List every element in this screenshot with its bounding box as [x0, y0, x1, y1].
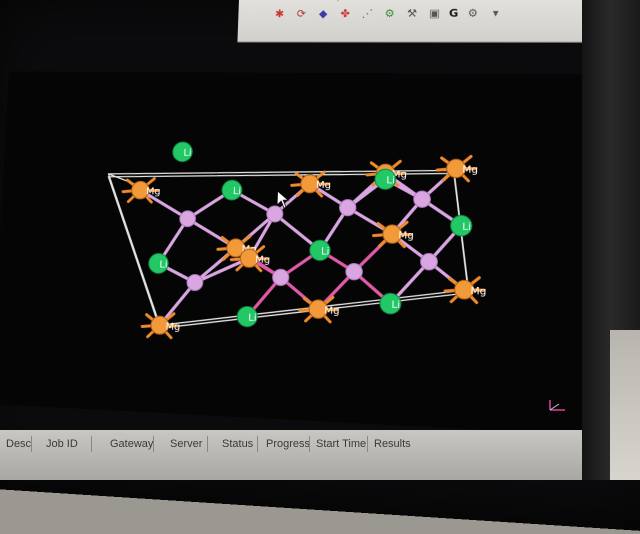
mg-atom-label: Mg	[146, 186, 161, 197]
col-job-id[interactable]: Job ID	[32, 436, 92, 452]
pink-atom	[420, 253, 437, 270]
li-atom-label: Li	[183, 148, 192, 159]
pink-atom	[272, 269, 289, 286]
bond-icon[interactable]: ⟳	[293, 6, 309, 21]
grid-icon[interactable]: ⊞	[411, 0, 428, 1]
col-server[interactable]: Server	[154, 436, 208, 452]
crystal-structure: MgMgMgMgMgMgMgMgMgMgLiLiLiLiLiLiLiLi	[0, 71, 606, 436]
display-icon[interactable]: ▦	[367, 0, 384, 1]
atoms-icon[interactable]: ✤	[337, 6, 353, 21]
col-status[interactable]: Status	[208, 436, 258, 452]
pink-atom	[187, 274, 203, 290]
desk-background	[610, 330, 640, 480]
li-atom-label: Li	[248, 312, 257, 324]
pink-atom	[346, 263, 363, 280]
li-atom-label: Li	[462, 221, 471, 233]
g-label[interactable]: G	[449, 7, 459, 20]
settings-icon[interactable]: ⚙	[464, 6, 481, 21]
job-status-bar: Description Job ID Gateway Server Status…	[0, 430, 640, 480]
select-icon[interactable]: ⌘	[345, 0, 361, 1]
li-atom-label: Li	[386, 175, 395, 187]
pink-atom	[267, 206, 284, 222]
pink-atom	[414, 191, 431, 208]
mg-atom-label: Mg	[470, 285, 486, 297]
col-gateway[interactable]: Gateway	[92, 436, 154, 452]
graph-icon[interactable]: ⊤	[272, 0, 288, 2]
col-results[interactable]: Results ...	[368, 436, 412, 452]
rotate-icon[interactable]: ✱	[271, 7, 287, 22]
tools-icon[interactable]: ⚒	[404, 6, 421, 21]
toolbar-separator	[338, 0, 339, 1]
pink-atom	[180, 211, 196, 227]
3d-structure-viewport[interactable]: MgMgMgMgMgMgMgMgMgMgLiLiLiLiLiLiLiLi	[0, 71, 606, 436]
li-atom-label: Li	[321, 246, 330, 258]
col-progress[interactable]: Progress	[258, 436, 310, 452]
list-icon[interactable]: ☰	[389, 0, 406, 1]
layer-icon[interactable]: ▣	[426, 6, 443, 21]
mg-atom-label: Mg	[398, 230, 414, 242]
axis-triad	[547, 398, 569, 414]
li-atom-label: Li	[159, 259, 168, 271]
col-start-time[interactable]: Start Time	[310, 436, 368, 452]
mg-atom-label: Mg	[462, 164, 478, 176]
toolbar-row-2: ✱ ⟳ ◆ ✤ ⋰ ⚙ ⚒ ▣ G ⚙ ▾	[271, 6, 504, 22]
job-table-header: Description Job ID Gateway Server Status…	[0, 436, 480, 454]
li-atom-label: Li	[233, 186, 242, 197]
mg-atom-label: Mg	[324, 305, 340, 317]
mg-atom-label: Mg	[316, 180, 331, 192]
col-description[interactable]: Description	[0, 436, 32, 452]
pink-atom	[339, 199, 356, 215]
mg-atom-label: Mg	[165, 321, 180, 333]
options-icon[interactable]: ▾	[487, 6, 504, 21]
cube-icon[interactable]: ◈	[294, 0, 310, 2]
li-atom-label: Li	[391, 299, 400, 311]
toolbar-row-1: ⊤ ◈ ◉ ⌘ ▦ ☰ ⊞	[272, 0, 428, 2]
measure-icon[interactable]: ◆	[315, 6, 331, 21]
toolbar: ⊤ ◈ ◉ ⌘ ▦ ☰ ⊞ ✱ ⟳ ◆ ✤ ⋰ ⚙ ⚒ ▣ G ⚙ ▾	[237, 0, 640, 43]
view-icon[interactable]: ⋰	[359, 6, 376, 21]
mg-atom-label: Mg	[255, 254, 270, 266]
zoom-icon[interactable]: ⚙	[381, 6, 398, 21]
color-icon[interactable]: ◉	[316, 0, 332, 2]
